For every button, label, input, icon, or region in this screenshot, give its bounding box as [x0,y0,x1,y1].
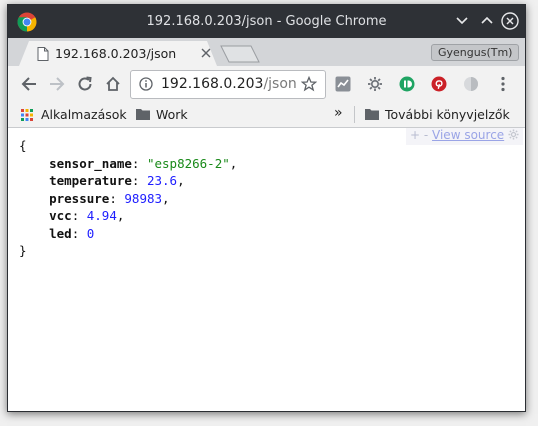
json-key: sensor_name [49,155,132,171]
toggle-extension-icon[interactable] [463,76,479,92]
forward-arrow-icon[interactable] [48,75,66,93]
green-extension-icon[interactable] [399,76,415,92]
window-title: 192.168.0.203/json - Google Chrome [146,14,387,29]
json-key: temperature [49,173,132,188]
json-value: 4.94 [86,208,117,223]
active-tab[interactable]: 192.168.0.203/json [19,41,217,66]
bookmarks-separator [354,106,355,123]
bookmark-work[interactable]: Work [156,107,188,122]
settings-gear-icon[interactable] [508,129,519,140]
json-open-brace: { [19,138,27,153]
tab-strip: 192.168.0.203/json Gyengus(Tm) [8,38,525,66]
analytics-extension-icon[interactable] [335,76,351,92]
bookmark-apps[interactable]: Alkalmazások [41,107,127,122]
bookmark-star-icon[interactable] [301,76,317,92]
new-tab-button[interactable] [218,45,262,63]
reload-icon[interactable] [76,75,94,93]
json-key: vcc [49,208,72,223]
folder-icon [136,109,150,120]
page-content: + - View source { sensor_name: "esp8266-… [8,128,525,411]
url-text[interactable]: 192.168.0.203/json [161,76,297,92]
pinterest-icon[interactable] [431,76,447,92]
tab-title: 192.168.0.203/json [55,46,177,61]
json-field: led: 0 [49,225,95,241]
json-field: vcc: 4.94, [49,208,125,223]
json-value: "esp8266-2" [146,155,230,171]
browser-window: 192.168.0.203/json - Google Chrome 192.1… [7,4,526,412]
apps-grid-icon [21,109,33,121]
info-icon[interactable] [139,77,153,91]
json-value: 23.6 [146,173,178,188]
json-field: sensor_name: "esp8266-2", [49,155,238,171]
close-tab-icon[interactable] [201,48,211,58]
page-icon [37,47,49,61]
json-value: 0 [86,225,95,241]
json-viewer-controls: + - View source [405,128,523,145]
folder-icon [365,109,379,120]
bookmarks-bar: Alkalmazások Work » További könyvjelzők [8,102,525,128]
url-path: /json [263,76,297,92]
json-value: 98983 [124,190,163,206]
profile-button[interactable]: Gyengus(Tm) [431,44,520,61]
expand-all-button[interactable]: + [410,128,420,142]
json-key: pressure [49,190,110,206]
view-source-link[interactable]: View source [432,128,504,142]
puzzle-extension-icon[interactable] [367,76,383,92]
minimize-icon[interactable] [453,12,471,30]
navigation-toolbar: 192.168.0.203/json [8,66,525,102]
address-bar[interactable]: 192.168.0.203/json [130,70,326,99]
url-host: 192.168.0.203 [161,76,264,92]
json-close-brace: } [19,243,27,258]
json-comma: , [177,173,185,188]
json-comma: , [116,208,125,223]
json-body: { sensor_name: "esp8266-2", temperature:… [19,137,237,260]
title-bar: 192.168.0.203/json - Google Chrome [8,5,525,39]
other-bookmarks[interactable]: További könyvjelzők [385,107,510,122]
maximize-icon[interactable] [478,12,496,30]
collapse-all-button[interactable]: - [424,128,428,142]
bookmarks-overflow-chevron-icon[interactable]: » [334,105,343,121]
json-comma: , [162,190,170,206]
close-window-icon[interactable] [501,12,519,30]
json-field: temperature: 23.6, [49,173,185,188]
menu-icon[interactable] [500,76,506,92]
back-arrow-icon[interactable] [20,75,38,93]
home-icon[interactable] [104,75,122,93]
json-field: pressure: 98983, [49,190,170,206]
json-comma: , [229,155,238,171]
json-key: led [49,225,72,241]
